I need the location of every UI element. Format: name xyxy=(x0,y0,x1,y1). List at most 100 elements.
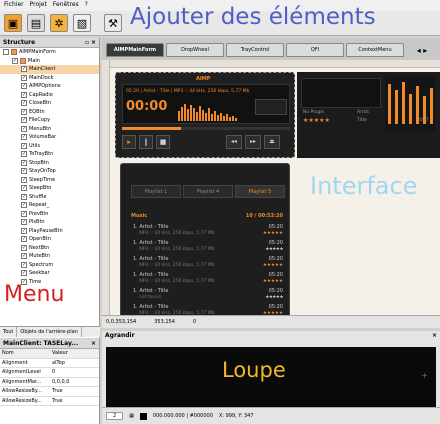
tree-item[interactable]: ✓ SleepTime xyxy=(0,176,99,185)
rating-stars[interactable]: ★★★★★ xyxy=(303,117,330,124)
next-icon[interactable]: ▸▸ xyxy=(245,135,261,149)
tree-checkbox[interactable]: ✓ xyxy=(21,134,27,141)
property-value[interactable]: 0 xyxy=(50,369,55,375)
tree-checkbox[interactable]: ✓ xyxy=(21,193,27,200)
tree-checkbox[interactable]: ✓ xyxy=(21,236,27,243)
tree-item[interactable]: ✓ NextBtn xyxy=(0,244,99,253)
playlist-track[interactable]: 1. Artist - Title 05:20 xyxy=(133,304,283,310)
tree-item[interactable]: ✓ MainClient xyxy=(0,65,99,74)
playlist-track[interactable]: 1. Artist - Title 05:20 xyxy=(133,256,283,262)
property-row[interactable]: AllowResizeBy... True xyxy=(0,387,99,397)
tree-item[interactable]: ✓ StayOnTop xyxy=(0,167,99,176)
track-rating[interactable]: ★★★★★ xyxy=(263,279,283,284)
playlist-tab-1[interactable]: Playlist 1 xyxy=(131,185,181,198)
playlist-skin[interactable]: Playlist 1 Playlist 4 Playlist 5 Music 1… xyxy=(120,163,290,318)
tree-checkbox[interactable]: ✓ xyxy=(21,91,27,98)
tree-item[interactable]: ✓ Seekbar xyxy=(0,269,99,278)
property-value[interactable]: True xyxy=(50,398,63,404)
track-rating[interactable]: ★★★★★ xyxy=(265,295,283,300)
tree-checkbox[interactable]: ✓ xyxy=(21,74,27,81)
tab-traycontrol[interactable]: TrayControl xyxy=(226,43,284,57)
tree-item[interactable]: ✓ EQBtn xyxy=(0,108,99,117)
prev-icon[interactable]: ◂◂ xyxy=(226,135,242,149)
property-value[interactable]: 0,0,0,0 xyxy=(50,379,70,385)
player-skin-main[interactable]: AIMP 05:20 | Artist - Title | MP3 :: 44 … xyxy=(115,72,295,158)
playlist-track[interactable]: 1. Artist - Title 05:20 xyxy=(133,288,283,294)
playlist-tab-4[interactable]: Playlist 4 xyxy=(183,185,233,198)
new-icon[interactable]: ▣ xyxy=(4,14,22,32)
tree-item[interactable]: ✓ OpenBtn xyxy=(0,235,99,244)
seekbar[interactable] xyxy=(122,127,290,130)
play-icon[interactable]: ▸ xyxy=(122,135,136,149)
tree-item[interactable]: ✓ Shuffle xyxy=(0,193,99,202)
menu-projet[interactable]: Projet xyxy=(30,1,47,10)
tree-checkbox[interactable]: ✓ xyxy=(21,66,27,73)
tree-item[interactable]: ✓ VolumeBar xyxy=(0,133,99,142)
structure-tree[interactable]: AIMPMainForm ✓ Main ✓ MainClient ✓ MainDock ✓ AI… xyxy=(0,48,99,286)
tree-checkbox[interactable]: ✓ xyxy=(21,270,27,277)
property-row[interactable]: AlignmentLevel 0 xyxy=(0,368,99,378)
tree-item[interactable]: ✓ CapRadio xyxy=(0,91,99,100)
tree-item[interactable]: AIMPMainForm xyxy=(0,48,99,57)
tree-checkbox[interactable]: ✓ xyxy=(21,142,27,149)
menu-fichier[interactable]: Fichier xyxy=(4,1,24,10)
tab-tout[interactable]: Tout xyxy=(0,327,18,337)
tree-item[interactable]: ✓ MainDock xyxy=(0,74,99,83)
player-skin-side[interactable]: No Plugin ★★★★★ Artist Title 2007 xyxy=(297,72,440,158)
tree-checkbox[interactable]: ✓ xyxy=(21,261,27,268)
tree-item[interactable]: ✓ Spectrum xyxy=(0,261,99,270)
tree-item[interactable]: ✓ ToTrayBtn xyxy=(0,150,99,159)
track-rating[interactable]: ★★★★★ xyxy=(263,231,283,236)
tree-item[interactable]: ✓ SleepBtn xyxy=(0,184,99,193)
tree-checkbox[interactable]: ✓ xyxy=(21,202,27,209)
property-value[interactable]: alTop xyxy=(50,360,65,366)
tree-checkbox[interactable]: ✓ xyxy=(21,100,27,107)
tree-item[interactable]: ✓ StopBtn xyxy=(0,159,99,168)
tab-background-objects[interactable]: Objets de l'arrière-plan xyxy=(17,327,82,337)
magnifier-close-icon[interactable]: × xyxy=(432,332,437,340)
pause-icon[interactable]: ‖ xyxy=(139,135,153,149)
tree-checkbox[interactable] xyxy=(3,49,9,56)
properties-close-icon[interactable]: × xyxy=(91,340,96,347)
tab-aimpmainform[interactable]: AIMPMainForm xyxy=(106,43,164,57)
tree-checkbox[interactable]: ✓ xyxy=(21,117,27,124)
playlist-tab-5[interactable]: Playlist 5 xyxy=(235,185,285,198)
tree-checkbox[interactable]: ✓ xyxy=(21,253,27,260)
tree-item[interactable]: ✓ Utils xyxy=(0,142,99,151)
tree-checkbox[interactable]: ✓ xyxy=(21,108,27,115)
tree-checkbox[interactable]: ✓ xyxy=(21,168,27,175)
property-row[interactable]: Alignment alTop xyxy=(0,359,99,368)
tab-qfi[interactable]: QFI xyxy=(286,43,344,57)
tree-checkbox[interactable]: ✓ xyxy=(12,57,18,64)
tree-checkbox[interactable]: ✓ xyxy=(21,176,27,183)
save-icon[interactable]: ▤ xyxy=(27,14,45,32)
panel-close-icon[interactable]: ▫ × xyxy=(85,39,96,46)
tab-contextmenu[interactable]: ContextMenu xyxy=(346,43,404,57)
import-icon[interactable]: ▧ xyxy=(73,14,91,32)
grid-icon[interactable]: ▦ xyxy=(129,413,134,419)
track-rating[interactable]: ★★★★★ xyxy=(265,247,283,252)
playlist-group[interactable]: Music 10 / 00:53:20 xyxy=(131,213,283,219)
tree-item[interactable]: ✓ PrevBtn xyxy=(0,210,99,219)
tree-item[interactable]: ✓ MenuBtn xyxy=(0,125,99,134)
tree-item[interactable]: ✓ Main xyxy=(0,57,99,66)
playlist-track[interactable]: 1. Artist - Title 05:20 xyxy=(133,240,283,246)
tree-checkbox[interactable]: ✓ xyxy=(21,185,27,192)
volume-panel[interactable] xyxy=(255,99,287,115)
open-icon[interactable]: ⏏ xyxy=(264,135,280,149)
tree-item[interactable]: ✓ PlsBtn xyxy=(0,218,99,227)
property-row[interactable]: AllowResizeBy... True xyxy=(0,397,99,406)
tree-checkbox[interactable]: ✓ xyxy=(21,219,27,226)
tree-item[interactable]: ✓ Repeat_ xyxy=(0,201,99,210)
property-row[interactable]: AlignmentMar... 0,0,0,0 xyxy=(0,378,99,387)
tab-dropwheel[interactable]: DropWheel xyxy=(166,43,224,57)
tree-item[interactable]: ✓ CloseBtn xyxy=(0,99,99,108)
tree-item[interactable]: ✓ PlayPauseBtn xyxy=(0,227,99,236)
track-rating[interactable]: ★★★★★ xyxy=(263,263,283,268)
hammer-icon[interactable]: ⚒ xyxy=(104,14,122,32)
tree-checkbox[interactable]: ✓ xyxy=(21,244,27,251)
tree-checkbox[interactable]: ✓ xyxy=(21,125,27,132)
menu-help[interactable]: ? xyxy=(85,1,88,10)
tree-checkbox[interactable]: ✓ xyxy=(21,210,27,217)
zoom-select[interactable]: 2 xyxy=(106,412,124,420)
